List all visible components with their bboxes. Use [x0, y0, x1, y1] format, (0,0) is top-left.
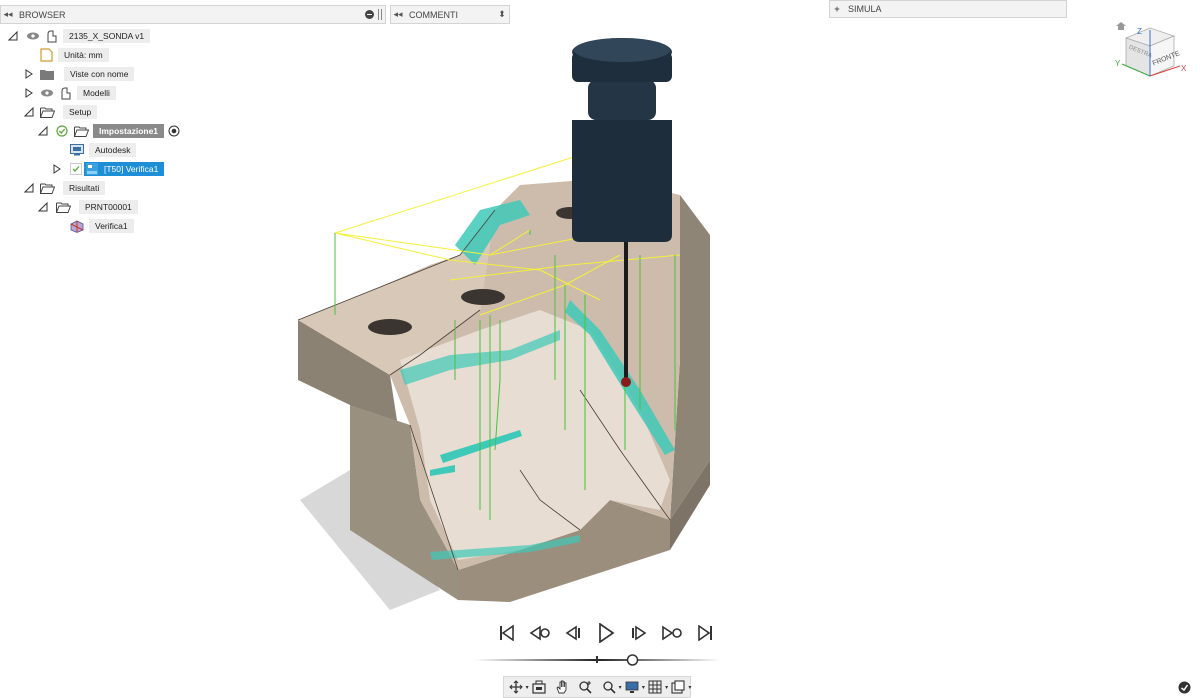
check-valid-icon [70, 163, 82, 175]
check-valid-icon [56, 125, 68, 137]
probe-tip [621, 377, 631, 387]
display-settings-icon[interactable]: ▾ [622, 679, 645, 695]
comments-title: COMMENTI [409, 9, 458, 20]
skip-to-end-icon[interactable] [688, 622, 721, 644]
tree-label-verify: [T50] Verifica1 [84, 162, 165, 176]
tree-item-verify[interactable]: [T50] Verifica1 [52, 161, 165, 177]
visibility-eye-icon[interactable] [26, 31, 40, 41]
probe-operation-icon [86, 163, 98, 175]
open-folder-icon [56, 202, 71, 213]
play-icon[interactable] [589, 622, 622, 644]
tree-item-named-views[interactable]: Viste con nome [24, 66, 135, 82]
tree-item-document[interactable]: 2135_X_SONDA v1 [8, 28, 151, 44]
tree-label-named-views: Viste con nome [64, 67, 135, 81]
orbit-icon[interactable]: ▾ [506, 679, 529, 695]
axis-x-label: X [1181, 64, 1187, 73]
open-folder-icon [40, 107, 55, 118]
tree-item-setup1[interactable]: Impostazione1 [38, 123, 180, 139]
tree-item-autodesk[interactable]: Autodesk [70, 142, 137, 158]
next-keyframe-icon[interactable] [655, 622, 688, 644]
expanded-triangle-icon[interactable] [8, 31, 18, 41]
viewcube[interactable]: FRONTE DESTRA X Y Z [1112, 22, 1192, 92]
browser-minimize-icon[interactable] [365, 10, 374, 19]
collapsed-triangle-icon[interactable] [24, 88, 34, 98]
tree-label-results: Risultati [63, 181, 106, 195]
activate-radio-icon[interactable] [168, 125, 180, 137]
timeline-marker [596, 656, 598, 663]
visibility-eye-icon[interactable] [40, 88, 54, 98]
probe-body [572, 120, 672, 242]
tree-item-results[interactable]: Risultati [24, 180, 106, 196]
zoom-window-icon[interactable]: ▾ [599, 679, 622, 695]
inspection-result-icon [70, 220, 84, 233]
browser-title: BROWSER [19, 9, 66, 20]
simula-panel-header[interactable]: + SIMULA [829, 0, 1067, 18]
open-folder-icon [40, 183, 55, 194]
collapsed-triangle-icon[interactable] [52, 164, 62, 174]
skip-to-start-icon[interactable] [490, 622, 523, 644]
axis-z-label: Z [1137, 27, 1142, 36]
tree-label-document: 2135_X_SONDA v1 [63, 29, 151, 43]
tree-item-verify-result[interactable]: Verifica1 [70, 218, 134, 234]
step-forward-icon[interactable] [622, 622, 655, 644]
tree-label-verify-text: [T50] Verifica1 [104, 164, 159, 174]
tree-label-setup1: Impostazione1 [93, 124, 165, 138]
grid-settings-icon[interactable]: ▾ [645, 679, 668, 695]
axis-y-label: Y [1115, 59, 1121, 68]
expanded-triangle-icon[interactable] [38, 126, 48, 136]
expanded-triangle-icon[interactable] [24, 183, 34, 193]
collapse-comments-icon[interactable]: ◂◂ [391, 9, 405, 20]
tree-label-prnt: PRNT00001 [79, 200, 138, 214]
component-icon [61, 87, 71, 99]
simula-expand-icon[interactable]: + [830, 4, 844, 14]
comments-sort-icon[interactable]: ⬍ [495, 9, 509, 20]
tree-item-setup[interactable]: Setup [24, 104, 98, 120]
open-folder-icon [74, 126, 89, 137]
document-units-icon [40, 48, 53, 62]
notification-center-icon[interactable] [1178, 681, 1191, 694]
step-back-icon[interactable] [556, 622, 589, 644]
tree-label-autodesk: Autodesk [89, 143, 137, 157]
navigation-toolbar: ▾ ▾ ▾ ▾ ▾ [503, 676, 691, 698]
viewports-icon[interactable]: ▾ [668, 679, 691, 695]
model-hole-2 [461, 289, 505, 305]
zoom-icon[interactable] [575, 679, 595, 695]
collapsed-triangle-icon[interactable] [24, 69, 34, 79]
pan-icon[interactable] [552, 679, 572, 695]
look-at-icon[interactable] [529, 679, 549, 695]
probe-stylus [624, 240, 628, 380]
viewcube-home-icon[interactable] [1116, 22, 1126, 30]
simula-title: SIMULA [848, 4, 882, 14]
expanded-triangle-icon[interactable] [38, 202, 48, 212]
tree-label-setup: Setup [63, 105, 98, 119]
simulation-timeline[interactable] [475, 652, 720, 668]
model-hole-1 [368, 319, 412, 335]
timeline-handle[interactable] [626, 654, 639, 666]
playback-controls [490, 622, 721, 644]
tree-item-prnt[interactable]: PRNT00001 [38, 199, 138, 215]
machine-icon [70, 144, 84, 156]
probe-cap-top [574, 38, 670, 62]
model-viewport[interactable] [280, 30, 760, 620]
folder-icon [40, 69, 54, 80]
probe-collar [588, 80, 656, 120]
collapse-browser-icon[interactable]: ◂◂ [1, 9, 15, 20]
component-icon [47, 30, 57, 42]
tree-label-units: Unità: mm [58, 48, 109, 62]
comments-panel-header: ◂◂ COMMENTI ⬍ [390, 5, 510, 24]
expanded-triangle-icon[interactable] [24, 107, 34, 117]
tree-item-units[interactable]: Unità: mm [40, 47, 109, 63]
previous-keyframe-icon[interactable] [523, 622, 556, 644]
browser-panel-header: ◂◂ BROWSER [0, 5, 386, 24]
tree-label-models: Modelli [77, 86, 116, 100]
tree-label-verify-result: Verifica1 [89, 219, 134, 233]
browser-panel-divider-icon[interactable] [378, 9, 382, 20]
tree-item-models[interactable]: Modelli [24, 85, 116, 101]
